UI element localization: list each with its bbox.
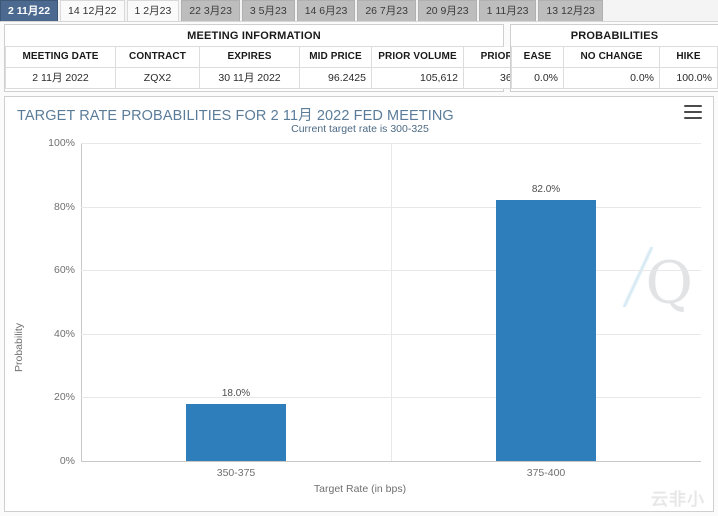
- col-contract: CONTRACT: [115, 47, 200, 68]
- probabilities-panel: PROBABILITIES EASE NO CHANGE HIKE 0.0% 0…: [510, 24, 718, 92]
- col-no-change: NO CHANGE: [563, 47, 660, 68]
- probabilities-table: EASE NO CHANGE HIKE 0.0% 0.0% 100.0%: [511, 47, 718, 89]
- table-row: 0.0% 0.0% 100.0%: [511, 66, 718, 89]
- tab-meeting-3[interactable]: 22 3月23: [181, 0, 240, 21]
- cell-no-change: 0.0%: [563, 66, 660, 89]
- tab-meeting-4[interactable]: 3 5月23: [241, 0, 295, 21]
- tabstrip-filler: [604, 0, 718, 21]
- col-hike: HIKE: [659, 47, 718, 68]
- meeting-date-tabstrip: 2 11月22 14 12月22 1 2月23 22 3月23 3 5月23 14 6月2…: [0, 0, 718, 22]
- bar-value-label: 18.0%: [221, 387, 251, 399]
- x-axis-label: Target Rate (in bps): [313, 483, 407, 495]
- x-tick-label: 350-375: [216, 467, 256, 479]
- cell-mid-price: 96.2425: [299, 66, 372, 89]
- y-axis-ticks: 0% 20% 40% 60% 80% 100%: [5, 97, 75, 511]
- tab-meeting-2[interactable]: 1 2月23: [126, 0, 180, 21]
- tab-meeting-1[interactable]: 14 12月22: [60, 0, 125, 21]
- cell-expires: 30 11月 2022: [199, 66, 300, 89]
- bar-375-400[interactable]: [496, 200, 596, 461]
- chart-card: TARGET RATE PROBABILITIES FOR 2 11月 2022…: [4, 96, 714, 512]
- tab-meeting-0[interactable]: 2 11月22: [0, 0, 59, 21]
- y-tick-label: 60%: [53, 264, 75, 277]
- info-panels: MEETING INFORMATION MEETING DATE CONTRAC…: [0, 24, 718, 92]
- probabilities-title: PROBABILITIES: [511, 25, 718, 47]
- meeting-information-table: MEETING DATE CONTRACT EXPIRES MID PRICE …: [5, 47, 544, 89]
- tab-meeting-6[interactable]: 26 7月23: [357, 0, 416, 21]
- col-mid-price: MID PRICE: [299, 47, 372, 68]
- cell-hike: 100.0%: [659, 66, 718, 89]
- category-separator: [391, 143, 392, 461]
- cell-contract: ZQX2: [115, 66, 200, 89]
- cell-meeting-date: 2 11月 2022: [5, 66, 116, 89]
- tab-meeting-7[interactable]: 20 9月23: [417, 0, 477, 21]
- meeting-information-panel: MEETING INFORMATION MEETING DATE CONTRAC…: [4, 24, 544, 92]
- y-tick-label: 100%: [48, 137, 75, 149]
- cme-fedwatch-tool: 2 11月22 14 12月22 1 2月23 22 3月23 3 5月23 14 6月2…: [0, 0, 718, 516]
- col-prior-volume: PRIOR VOLUME: [371, 47, 464, 68]
- bar-chart-plot: Probability 0% 20% 40% 60% 80% 100% Target Ra…: [5, 97, 713, 511]
- cell-ease: 0.0%: [511, 66, 564, 89]
- watermark-decoration: [623, 247, 653, 307]
- col-ease: EASE: [511, 47, 564, 68]
- bar-350-375[interactable]: [186, 403, 286, 461]
- y-tick-label: 80%: [53, 200, 75, 213]
- y-axis-line: [81, 143, 82, 461]
- tab-meeting-8[interactable]: 1 11月23: [478, 0, 537, 21]
- y-tick-label: 40%: [53, 327, 75, 340]
- y-tick-label: 0%: [59, 455, 75, 467]
- gridline: [81, 461, 701, 462]
- cell-prior-volume: 105,612: [371, 66, 464, 89]
- table-header-row: EASE NO CHANGE HIKE: [511, 47, 718, 68]
- x-tick-label: 375-400: [526, 467, 566, 479]
- col-expires: EXPIRES: [199, 47, 300, 68]
- meeting-information-title: MEETING INFORMATION: [5, 25, 503, 47]
- bar-value-label: 82.0%: [531, 184, 561, 196]
- tab-meeting-9[interactable]: 13 12月23: [538, 0, 603, 21]
- table-header-row: MEETING DATE CONTRACT EXPIRES MID PRICE …: [5, 47, 544, 68]
- watermark-q-icon: Q: [645, 249, 693, 317]
- tab-meeting-5[interactable]: 14 6月23: [296, 0, 356, 21]
- col-meeting-date: MEETING DATE: [5, 47, 116, 68]
- table-row: 2 11月 2022 ZQX2 30 11月 2022 96.2425 105,…: [5, 66, 544, 89]
- y-tick-label: 20%: [53, 391, 75, 404]
